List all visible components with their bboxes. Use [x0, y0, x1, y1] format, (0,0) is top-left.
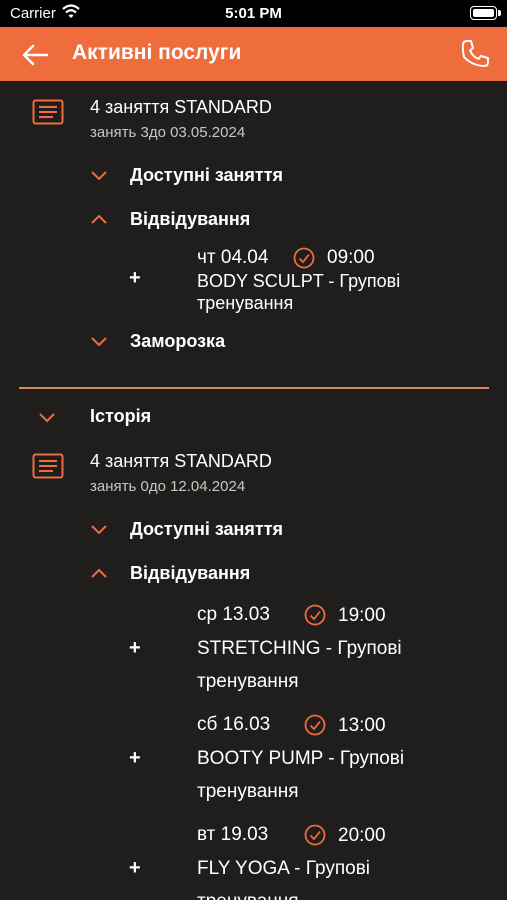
- visit-name: BODY SCULPT - Групові тренування: [197, 271, 401, 313]
- package-title: 4 заняття STANDARD: [90, 451, 272, 471]
- package-subtitle: занять 0до 12.04.2024: [90, 478, 246, 495]
- clock: 5:01 PM: [225, 5, 282, 22]
- chevron-down-icon[interactable]: [38, 411, 56, 423]
- content-area: 4 заняття STANDARD занять 3до 03.05.2024…: [0, 81, 507, 900]
- visit-date: ср 13.03: [197, 604, 270, 625]
- section-visits-toggle[interactable]: Відвідування: [130, 209, 250, 230]
- chevron-up-icon[interactable]: [90, 567, 108, 579]
- section-available-toggle[interactable]: Доступні заняття: [130, 519, 283, 540]
- status-bar: Carrier 5:01 PM: [0, 0, 507, 27]
- package-title: 4 заняття STANDARD: [90, 97, 272, 117]
- visit-time: 20:00: [338, 825, 386, 846]
- visit-date: чт 04.04: [197, 247, 269, 268]
- visit-name: BOOTY PUMP - Групові тренування: [197, 748, 405, 802]
- chevron-down-icon[interactable]: [90, 335, 108, 347]
- phone-icon[interactable]: [459, 38, 491, 70]
- visit-time: 09:00: [327, 247, 375, 268]
- document-icon: [32, 99, 64, 125]
- visit-name: FLY YOGA - Групові тренування: [197, 858, 371, 900]
- section-visits-toggle[interactable]: Відвідування: [130, 563, 250, 584]
- chevron-down-icon[interactable]: [90, 169, 108, 181]
- expand-plus-icon[interactable]: +: [129, 747, 141, 770]
- history-toggle[interactable]: Історія: [90, 406, 151, 427]
- document-icon: [32, 453, 64, 479]
- visit-date: сб 16.03: [197, 714, 271, 735]
- visit-name: STRETCHING - Групові тренування: [197, 638, 402, 692]
- chevron-up-icon[interactable]: [90, 213, 108, 225]
- chevron-down-icon[interactable]: [90, 523, 108, 535]
- expand-plus-icon[interactable]: +: [129, 637, 141, 660]
- arrow-left-icon[interactable]: [20, 41, 50, 69]
- check-circle-icon: [304, 824, 326, 846]
- page-title: Активні послуги: [72, 41, 242, 64]
- check-circle-icon: [304, 604, 326, 626]
- app-bar: Активні послуги: [0, 27, 507, 81]
- expand-plus-icon[interactable]: +: [129, 857, 141, 880]
- check-circle-icon: [304, 714, 326, 736]
- visit-time: 13:00: [338, 715, 386, 736]
- section-available-toggle[interactable]: Доступні заняття: [130, 165, 283, 186]
- check-circle-icon: [293, 247, 315, 269]
- expand-plus-icon[interactable]: +: [129, 267, 141, 290]
- section-freeze-toggle[interactable]: Заморозка: [130, 331, 225, 352]
- package-subtitle: занять 3до 03.05.2024: [90, 124, 246, 141]
- battery-icon: [470, 6, 501, 20]
- visit-date: вт 19.03: [197, 824, 269, 845]
- visit-time: 19:00: [338, 605, 386, 626]
- divider: [19, 387, 489, 389]
